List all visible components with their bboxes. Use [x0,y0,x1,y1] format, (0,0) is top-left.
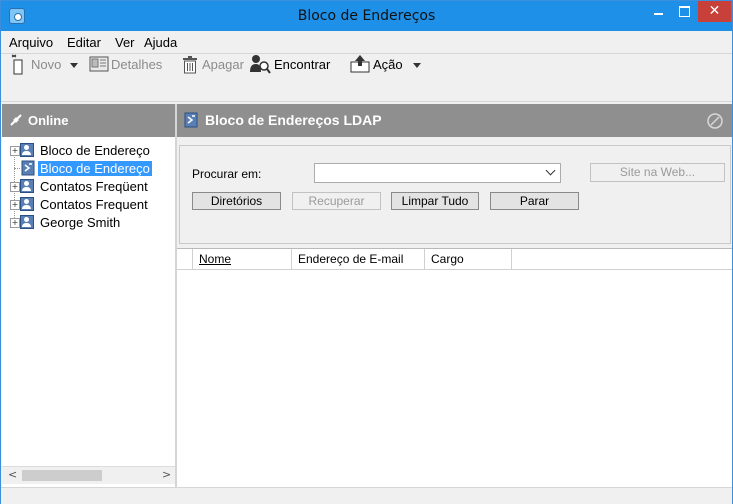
tree-item-3[interactable]: + Contatos Frequent [2,196,175,214]
tree-item-label: George Smith [40,215,121,230]
online-plug-icon [10,114,22,126]
expand-icon[interactable]: + [10,200,20,210]
results-list[interactable]: Nome Endereço de E-mail Cargo [177,248,732,488]
menu-bar: Arquivo Editar Ver Ajuda [1,31,732,53]
new-contact-icon[interactable] [11,54,25,76]
menu-ver[interactable]: Ver [115,35,135,50]
column-header-cargo[interactable]: Cargo [425,249,512,270]
horizontal-scrollbar[interactable]: < > [2,466,175,484]
window-title: Bloco de Endereços [297,8,436,24]
user-book-icon [20,215,34,229]
user-book-icon [20,197,34,211]
column-header-nome[interactable]: Nome [193,249,292,270]
novo-dropdown-icon[interactable] [70,63,78,68]
expand-icon[interactable]: + [10,218,20,228]
scroll-right-icon[interactable]: > [162,468,171,481]
procurar-combo[interactable] [314,163,561,183]
encontrar-button[interactable]: Encontrar [274,57,330,72]
action-icon[interactable] [350,54,370,74]
apagar-button[interactable]: Apagar [202,57,244,72]
column-header-spacer [177,249,193,270]
menu-editar[interactable]: Editar [67,35,101,50]
tree-item-label: Bloco de Endereço [40,143,150,158]
site-na-web-button[interactable]: Site na Web... [590,163,725,182]
tree-item-2[interactable]: + Contatos Freqüent [2,178,175,196]
close-button[interactable]: ✕ [698,1,731,22]
online-header-label: Online [28,113,69,128]
ldap-book-icon [21,160,35,176]
tree-item-label: Bloco de Endereço [38,161,152,176]
ldap-book-icon [184,112,198,128]
novo-button[interactable]: Novo [31,57,61,72]
left-pane: Online + Bloco de Endereço Bloco de Ende… [2,104,175,487]
expand-icon[interactable]: + [10,146,20,156]
search-panel: Procurar em: Site na Web... Diretórios R… [179,145,731,244]
procurar-label: Procurar em: [192,167,262,181]
acao-dropdown-icon[interactable] [413,63,421,68]
toolbar-separator [1,101,732,102]
scroll-left-icon[interactable]: < [8,468,17,481]
tree-item-label: Contatos Freqüent [40,179,148,194]
diretorios-button[interactable]: Diretórios [192,192,281,210]
maximize-icon [678,6,690,17]
maximize-button[interactable] [672,1,696,22]
toolbar: Novo Detalhes Apagar Encontrar Ação [1,54,732,102]
trash-icon[interactable] [182,55,198,74]
column-header-email[interactable]: Endereço de E-mail [292,249,425,270]
minimize-button[interactable] [646,1,670,22]
tree-item-label: Contatos Frequent [40,197,148,212]
detalhes-button[interactable]: Detalhes [111,57,162,72]
tree-item-4[interactable]: + George Smith [2,214,175,232]
expand-icon[interactable]: + [10,182,20,192]
limpar-tudo-button[interactable]: Limpar Tudo [391,192,479,210]
minimize-icon [653,13,663,15]
ldap-header: Bloco de Endereços LDAP [177,104,732,137]
user-book-icon [20,179,34,193]
parar-button[interactable]: Parar [490,192,579,210]
status-bar [1,487,732,504]
chevron-down-icon[interactable] [545,165,556,176]
window: Bloco de Endereços ✕ Arquivo Editar Ver … [0,0,733,504]
tree-item-0[interactable]: + Bloco de Endereço [2,142,175,160]
ldap-header-label: Bloco de Endereços LDAP [205,112,382,128]
find-people-icon[interactable] [249,54,271,74]
tree-item-1[interactable]: Bloco de Endereço [2,160,175,178]
acao-button[interactable]: Ação [373,57,403,72]
user-book-icon [20,143,34,157]
column-header-filler [512,249,732,270]
disconnect-icon[interactable] [707,113,723,129]
right-pane: Bloco de Endereços LDAP Procurar em: Sit… [177,104,732,488]
details-icon[interactable] [89,54,109,74]
close-icon: ✕ [708,3,721,19]
menu-ajuda[interactable]: Ajuda [144,35,177,50]
online-header: Online [2,104,175,137]
scroll-thumb[interactable] [22,470,102,481]
recuperar-button[interactable]: Recuperar [292,192,381,210]
menu-arquivo[interactable]: Arquivo [9,35,53,50]
title-bar[interactable]: Bloco de Endereços ✕ [1,1,732,31]
